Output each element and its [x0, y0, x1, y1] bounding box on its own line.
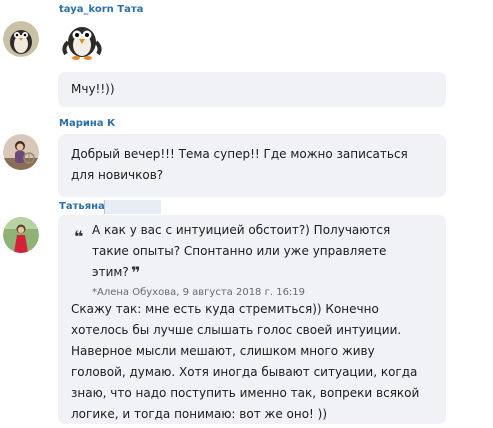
message-bubble: Мчу!!))	[58, 72, 446, 107]
penguin-sticker-icon	[60, 20, 104, 62]
message-bubble: ❝ А как у вас с интуицией обстоит?) Полу…	[58, 215, 446, 424]
message-text: Добрый вечер!!! Тема супер!! Где можно з…	[71, 147, 408, 182]
chat-message: taya_korn Тата Мчу!!))	[0, 0, 493, 110]
woman-avatar-icon[interactable]	[3, 134, 39, 170]
quote-meta: *Алена Обухова, 9 августа 2018 г. 16:19	[92, 287, 306, 298]
quote-close-icon: ❞	[131, 263, 141, 282]
quote-open-icon: ❝	[74, 227, 84, 246]
penguin-avatar-icon[interactable]	[3, 21, 39, 57]
message-bubble: Добрый вечер!!! Тема супер!! Где можно з…	[58, 134, 446, 197]
message-author[interactable]: Татьяна	[59, 201, 105, 212]
quote-block: ❝ А как у вас с интуицией обстоит?) Полу…	[58, 215, 446, 301]
chat-message: Марина К Добрый вечер!!! Тема супер!! Гд…	[0, 112, 493, 197]
message-text: Мчу!!))	[71, 82, 115, 96]
redacted-name-box	[104, 200, 161, 214]
chat-message: Татьяна ❝ А как у вас с интуицией обстои…	[0, 199, 493, 428]
message-author[interactable]: Марина К	[59, 118, 115, 129]
woman-red-dress-avatar-icon[interactable]	[3, 217, 39, 253]
message-text: Скажу так: мне есть куда стремиться)) Ко…	[71, 302, 420, 421]
message-author[interactable]: taya_korn Тата	[59, 4, 143, 15]
